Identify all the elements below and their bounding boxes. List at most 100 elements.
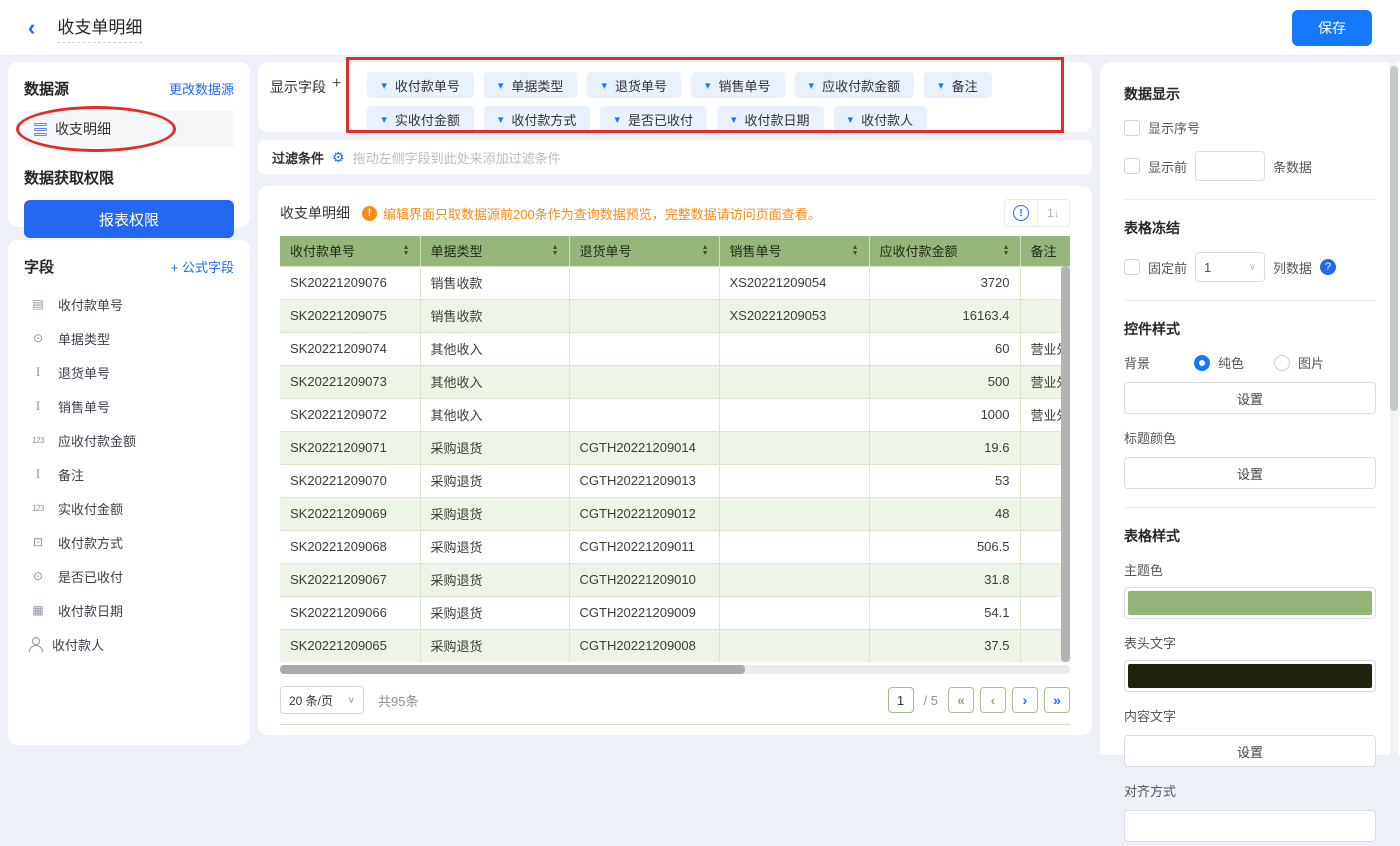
help-icon[interactable]: ? [1320,259,1336,275]
report-permission-button[interactable]: 报表权限 [24,200,234,238]
field-item[interactable]: ⊙单据类型 [24,321,234,355]
table-cell: SK20221209076 [280,266,420,299]
gear-icon[interactable]: ⚙ [332,149,345,166]
chevron-down-icon: ∨ [348,695,355,706]
display-field-chip[interactable]: ▾应收付款金额 [795,72,915,98]
table-cell: SK20221209066 [280,596,420,629]
topbar: ‹ 收支单明细 保存 [0,0,1400,56]
field-label: 退货单号 [58,363,110,382]
theme-color-picker[interactable] [1124,587,1376,619]
title-color-set-button[interactable]: 设置 [1124,457,1376,489]
content-text-set-button[interactable]: 设置 [1124,735,1376,767]
field-item[interactable]: ▦收付款日期 [24,593,234,627]
table-row: SK20221209072其他收入1000营业外收入 [280,398,1070,431]
column-header[interactable]: 退货单号▲▼ [569,236,719,266]
chip-label: 退货单号 [615,76,667,95]
field-item[interactable]: 收付款人 [24,627,234,661]
field-item[interactable]: I退货单号 [24,355,234,389]
first-page-button[interactable]: « [948,687,974,713]
field-item[interactable]: I备注 [24,457,234,491]
add-formula-field-link[interactable]: + 公式字段 [171,257,234,276]
freeze-prefix: 固定前 [1148,258,1187,277]
display-field-chip[interactable]: ▾销售单号 [691,72,785,98]
last-page-button[interactable]: » [1044,687,1070,713]
freeze-column-select[interactable]: 1 ∨ [1195,252,1265,282]
prev-page-button[interactable]: ‹ [980,687,1006,713]
table-cell: 53 [869,464,1020,497]
chevron-down-icon: ▾ [601,79,607,92]
table-horizontal-scrollbar[interactable] [280,665,1070,674]
display-field-chip[interactable]: ▾收付款单号 [367,72,474,98]
solid-color-radio[interactable] [1194,355,1210,371]
field-item[interactable]: ⊙是否已收付 [24,559,234,593]
table-row: SK20221209073其他收入500营业外收入 [280,365,1070,398]
info-button[interactable]: ! [1005,200,1037,226]
display-field-chip[interactable]: ▾单据类型 [484,72,578,98]
display-field-chip[interactable]: ▾ 收付款方式 [484,106,591,132]
permission-title: 数据获取权限 [24,167,234,188]
chip-label: 单据类型 [511,76,563,95]
field-item[interactable]: 123应收付款金额 [24,423,234,457]
column-label: 应收付款金额 [880,241,958,260]
sort-arrows-icon[interactable]: ▲▼ [852,245,859,257]
row-count-input[interactable] [1195,151,1265,181]
image-radio[interactable] [1274,355,1290,371]
notice-text: 编辑界面只取数据源前200条作为查询数据预览，完整数据请访问页面查看。 [383,204,821,223]
table-cell: 采购退货 [420,497,569,530]
display-field-chip[interactable]: ▾收付款人 [834,106,928,132]
column-header[interactable]: 销售单号▲▼ [719,236,869,266]
preview-table: 收付款单号▲▼单据类型▲▼退货单号▲▼销售单号▲▼应收付款金额▲▼备注▲▼ SK… [280,236,1070,662]
table-cell: SK20221209071 [280,431,420,464]
chevron-down-icon: ▾ [381,79,387,92]
sort-arrows-icon[interactable]: ▲▼ [1003,245,1010,257]
header-text-color-picker[interactable] [1124,660,1376,692]
display-field-chips: ▾收付款单号▾单据类型▾退货单号▾销售单号▾应收付款金额▾备注▾实收付金额▾收付… [367,72,1069,122]
show-index-checkbox[interactable] [1124,120,1140,136]
save-button[interactable]: 保存 [1292,10,1372,46]
panel-scrollbar[interactable] [1390,66,1398,411]
freeze-checkbox[interactable] [1124,259,1140,275]
field-item[interactable]: 123实收付金额 [24,491,234,525]
filter-bar[interactable]: 过滤条件 ⚙ 拖动左侧字段到此处来添加过滤条件 [258,140,1092,174]
back-icon[interactable]: ‹ [28,17,35,39]
table-cell: 采购退货 [420,596,569,629]
table-vertical-scrollbar[interactable] [1061,266,1070,662]
datasource-name: 收支明细 [55,119,111,139]
column-header[interactable]: 备注▲▼ [1020,236,1070,266]
page-number-input[interactable]: 1 [888,687,914,713]
display-field-chip[interactable]: ▾备注 [924,72,992,98]
change-datasource-link[interactable]: 更改数据源 [169,79,234,98]
table-cell [719,563,869,596]
next-page-button[interactable]: › [1012,687,1038,713]
add-display-field-button[interactable]: + [332,72,341,122]
table-cell [719,398,869,431]
align-set-button[interactable] [1124,810,1376,842]
sort-arrows-icon[interactable]: ▲▼ [403,245,410,257]
page-title: 收支单明细 [57,13,142,43]
table-cell [719,629,869,662]
chevron-down-icon: ▾ [498,113,504,126]
field-label: 收付款单号 [58,295,123,314]
fields-list: ▤收付款单号⊙单据类型I退货单号I销售单号123应收付款金额I备注123实收付金… [24,287,234,661]
table-cell [719,332,869,365]
field-item[interactable]: ⊡收付款方式 [24,525,234,559]
column-header[interactable]: 单据类型▲▼ [420,236,569,266]
display-field-chip[interactable]: ▾实收付金额 [367,106,474,132]
show-first-checkbox[interactable] [1124,158,1140,174]
field-item[interactable]: I销售单号 [24,389,234,423]
display-field-chip[interactable]: ▾是否已收付 [600,106,707,132]
column-header[interactable]: 应收付款金额 ▲▼ [869,236,1020,266]
sort-arrows-icon[interactable]: ▲▼ [702,245,709,257]
background-set-button[interactable]: 设置 [1124,382,1376,414]
sort-button[interactable]: 1↓ [1037,200,1069,226]
column-header[interactable]: 收付款单号▲▼ [280,236,420,266]
sort-arrows-icon[interactable]: ▲▼ [552,245,559,257]
page-size-select[interactable]: 20 条/页 ∨ [280,686,364,714]
chip-label: 收付款方式 [511,110,576,129]
table-row: SK20221209074其他收入60营业外收入 [280,332,1070,365]
field-item[interactable]: ▤收付款单号 [24,287,234,321]
display-field-chip[interactable]: ▾ 退货单号 [587,72,681,98]
display-field-chip[interactable]: ▾收付款日期 [717,106,824,132]
datasource-item[interactable]: 收支明细 [24,111,234,147]
column-label: 备注 [1031,241,1057,260]
